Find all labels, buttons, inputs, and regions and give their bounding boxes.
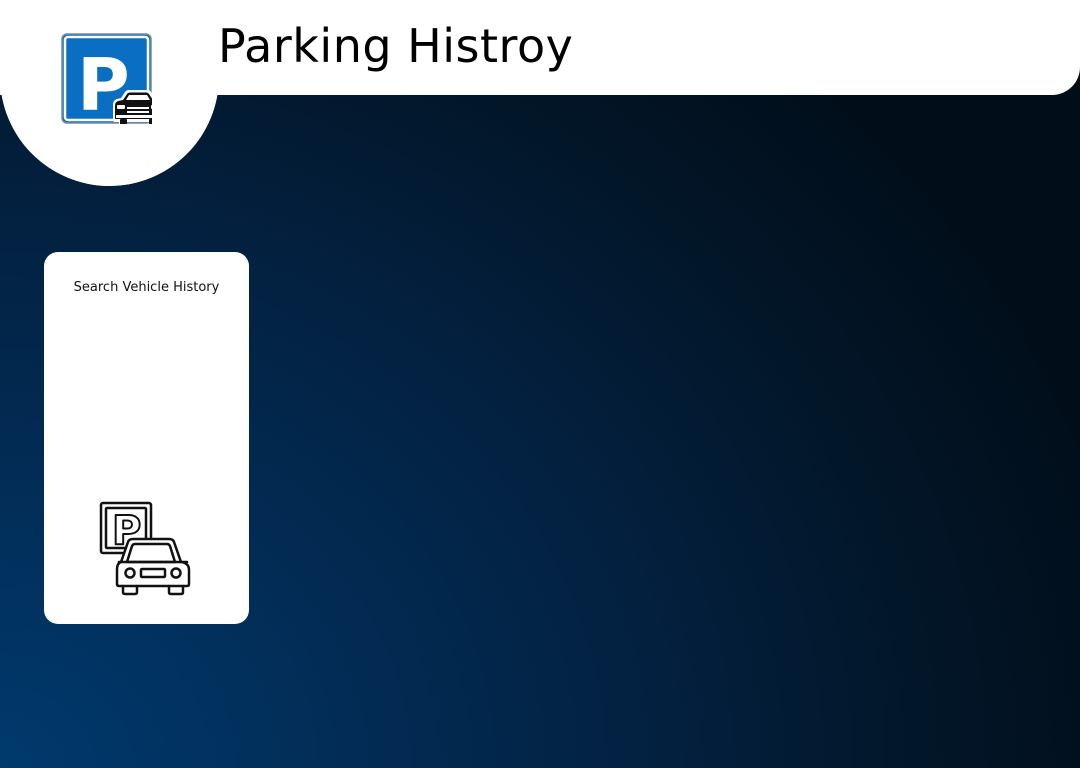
search-vehicle-history-label: Search Vehicle History [73, 280, 220, 295]
search-vehicle-history-card[interactable]: Search Vehicle History P [44, 252, 249, 624]
parking-car-outline-icon: P [99, 500, 195, 596]
page-title: Parking Histroy [218, 19, 574, 73]
parking-sign-car-icon: P [61, 33, 163, 128]
